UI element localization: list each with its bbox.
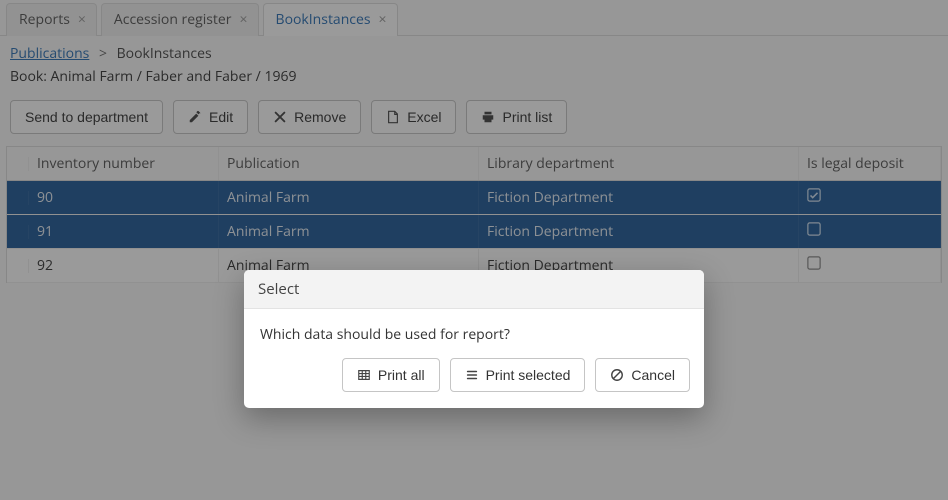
cancel-button[interactable]: Cancel [595,358,690,392]
dialog-actions: Print all Print selected Cancel [244,352,704,408]
grid-icon [357,368,371,382]
print-all-button[interactable]: Print all [342,358,440,392]
button-label: Print selected [486,365,571,385]
select-dialog: Select Which data should be used for rep… [244,270,704,408]
dialog-title: Select [244,270,704,309]
print-selected-button[interactable]: Print selected [450,358,586,392]
modal-overlay[interactable]: Select Which data should be used for rep… [0,0,948,500]
ban-icon [610,368,624,382]
list-icon [465,368,479,382]
button-label: Cancel [631,365,675,385]
button-label: Print all [378,365,425,385]
dialog-message: Which data should be used for report? [244,309,704,352]
